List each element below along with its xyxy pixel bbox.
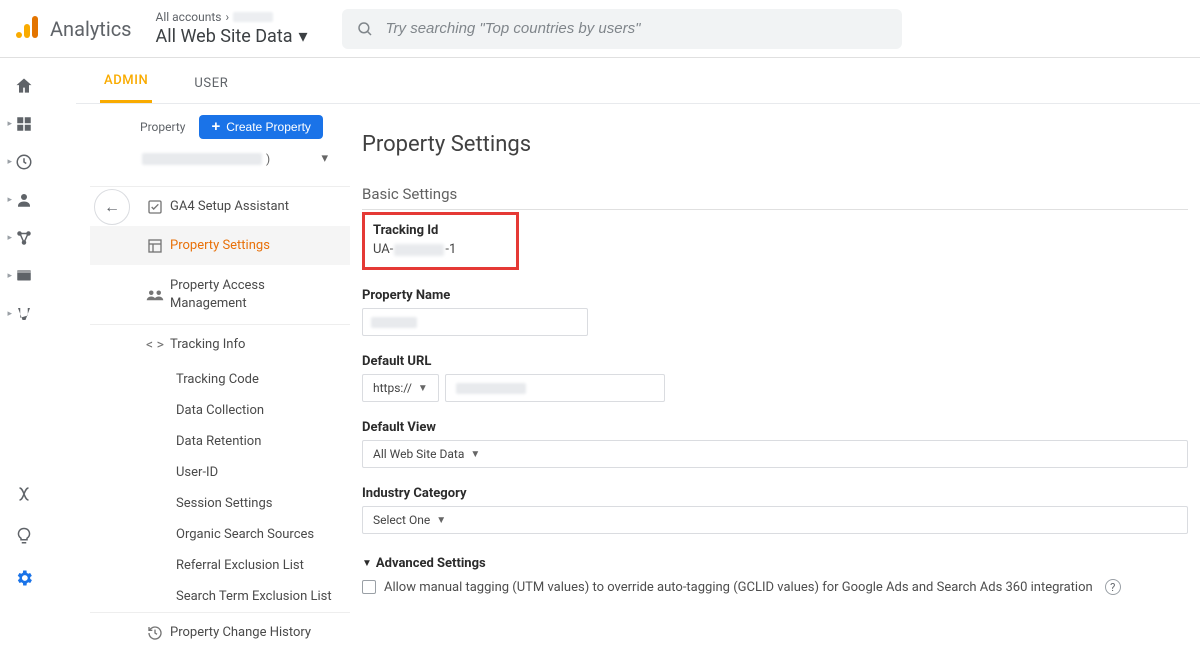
analytics-logo bbox=[14, 16, 40, 42]
rail-audience-icon[interactable]: ▸ bbox=[6, 182, 42, 218]
default-view-dropdown[interactable]: All Web Site Data ▼ bbox=[362, 440, 1188, 468]
advanced-settings-label: Advanced Settings bbox=[376, 556, 486, 571]
rail-home-icon[interactable] bbox=[6, 68, 42, 104]
tracking-id-suffix: -1 bbox=[445, 242, 456, 257]
nav-ga4-setup[interactable]: GA4 Setup Assistant bbox=[90, 186, 350, 226]
history-icon bbox=[146, 625, 164, 641]
default-view-label: Default View bbox=[362, 420, 1188, 435]
nav-session-settings[interactable]: Session Settings bbox=[90, 488, 350, 519]
industry-category-dropdown[interactable]: Select One ▼ bbox=[362, 506, 1188, 534]
nav-change-history-label: Property Change History bbox=[170, 625, 311, 640]
plus-icon: + bbox=[211, 121, 220, 133]
property-name-input[interactable] bbox=[362, 308, 588, 336]
search-box[interactable] bbox=[342, 9, 902, 49]
nav-property-settings[interactable]: Property Settings bbox=[90, 226, 350, 265]
search-icon bbox=[356, 20, 374, 38]
brand-name: Analytics bbox=[50, 17, 132, 41]
create-property-label: Create Property bbox=[226, 120, 311, 134]
help-icon[interactable]: ? bbox=[1105, 579, 1121, 595]
caret-down-icon: ▼ bbox=[470, 449, 480, 460]
create-property-button[interactable]: + Create Property bbox=[199, 115, 322, 139]
rail-admin-gear-icon[interactable] bbox=[6, 560, 42, 596]
tab-user[interactable]: USER bbox=[190, 64, 232, 103]
tracking-id-highlight: Tracking Id UA- -1 bbox=[362, 212, 519, 270]
nav-data-retention[interactable]: Data Retention bbox=[90, 426, 350, 457]
tracking-id-value: UA- -1 bbox=[373, 242, 456, 257]
manual-tagging-checkbox[interactable] bbox=[362, 580, 376, 594]
nav-search-term-exclusion[interactable]: Search Term Exclusion List bbox=[90, 581, 350, 612]
top-header: Analytics All accounts › All Web Site Da… bbox=[0, 0, 1200, 58]
chevron-right-icon: › bbox=[225, 10, 229, 24]
nav-property-access[interactable]: Property Access Management bbox=[90, 265, 350, 324]
rail-conversions-icon[interactable]: ▸ bbox=[6, 296, 42, 332]
caret-down-icon: ▼ bbox=[436, 515, 446, 526]
nav-user-id[interactable]: User-ID bbox=[90, 457, 350, 488]
main-content: Property Settings Basic Settings Trackin… bbox=[362, 132, 1188, 602]
caret-down-icon: ▾ bbox=[299, 26, 308, 47]
nav-organic-search-sources[interactable]: Organic Search Sources bbox=[90, 519, 350, 550]
default-url-redacted bbox=[456, 383, 526, 394]
default-url-label: Default URL bbox=[362, 354, 1188, 369]
left-rail: ▸ ▸ ▸ ▸ ▸ ▸ bbox=[0, 58, 48, 602]
view-name: All Web Site Data bbox=[156, 26, 293, 47]
manual-tagging-label: Allow manual tagging (UTM values) to ove… bbox=[384, 580, 1093, 595]
advanced-settings-toggle[interactable]: ▼ Advanced Settings bbox=[362, 556, 1188, 571]
rail-acquisition-icon[interactable]: ▸ bbox=[6, 220, 42, 256]
nav-property-access-label: Property Access Management bbox=[170, 277, 340, 312]
tracking-id-label: Tracking Id bbox=[373, 223, 456, 238]
property-name-redacted bbox=[142, 153, 262, 165]
nav-data-collection[interactable]: Data Collection bbox=[90, 395, 350, 426]
nav-property-change-history[interactable]: Property Change History bbox=[90, 612, 350, 652]
nav-referral-exclusion[interactable]: Referral Exclusion List bbox=[90, 550, 350, 581]
property-selector-suffix: ) bbox=[266, 152, 270, 166]
rail-behavior-icon[interactable]: ▸ bbox=[6, 258, 42, 294]
default-url-input[interactable] bbox=[445, 374, 665, 402]
caret-down-icon: ▼ bbox=[418, 383, 428, 394]
breadcrumb-account-redacted bbox=[233, 12, 273, 22]
breadcrumb-root: All accounts bbox=[156, 10, 222, 24]
nav-tracking-info-label: Tracking Info bbox=[170, 337, 245, 352]
property-label: Property bbox=[140, 120, 185, 134]
search-input[interactable] bbox=[386, 20, 888, 37]
rail-realtime-icon[interactable]: ▸ bbox=[6, 144, 42, 180]
property-selector[interactable]: ) ▾ bbox=[140, 147, 330, 170]
tracking-id-prefix: UA- bbox=[373, 242, 393, 257]
industry-category-label: Industry Category bbox=[362, 486, 1188, 501]
page-title: Property Settings bbox=[362, 132, 1188, 157]
assistant-checkbox-icon bbox=[146, 199, 164, 215]
nav-tracking-info[interactable]: < > Tracking Info bbox=[90, 324, 350, 364]
nav-tracking-code[interactable]: Tracking Code bbox=[90, 364, 350, 395]
code-brackets-icon: < > bbox=[146, 337, 164, 353]
property-name-label: Property Name bbox=[362, 288, 1188, 303]
caret-down-icon: ▼ bbox=[362, 558, 372, 569]
property-column: Property + Create Property ) ▾ ← GA4 Set… bbox=[90, 115, 350, 652]
rail-discover-icon[interactable] bbox=[6, 518, 42, 554]
breadcrumb: All accounts › bbox=[156, 10, 326, 24]
tracking-id-redacted bbox=[394, 244, 444, 256]
url-scheme-dropdown[interactable]: https:// ▼ bbox=[362, 374, 439, 402]
url-scheme-value: https:// bbox=[373, 381, 412, 395]
nav-property-settings-label: Property Settings bbox=[170, 238, 270, 253]
rail-attribution-icon[interactable] bbox=[6, 476, 42, 512]
settings-panel-icon bbox=[146, 238, 164, 254]
caret-down-icon: ▾ bbox=[321, 151, 328, 166]
default-view-value: All Web Site Data bbox=[373, 447, 464, 461]
property-name-redacted bbox=[371, 317, 417, 328]
nav-ga4-label: GA4 Setup Assistant bbox=[170, 199, 289, 214]
admin-sub-tabs: ADMIN USER bbox=[76, 58, 1200, 104]
tab-admin[interactable]: ADMIN bbox=[100, 61, 152, 103]
rail-dashboards-icon[interactable]: ▸ bbox=[6, 106, 42, 142]
people-icon bbox=[146, 288, 164, 302]
basic-settings-heading: Basic Settings bbox=[362, 185, 1188, 210]
industry-category-value: Select One bbox=[373, 513, 430, 527]
account-picker[interactable]: All accounts › All Web Site Data ▾ bbox=[156, 0, 326, 58]
